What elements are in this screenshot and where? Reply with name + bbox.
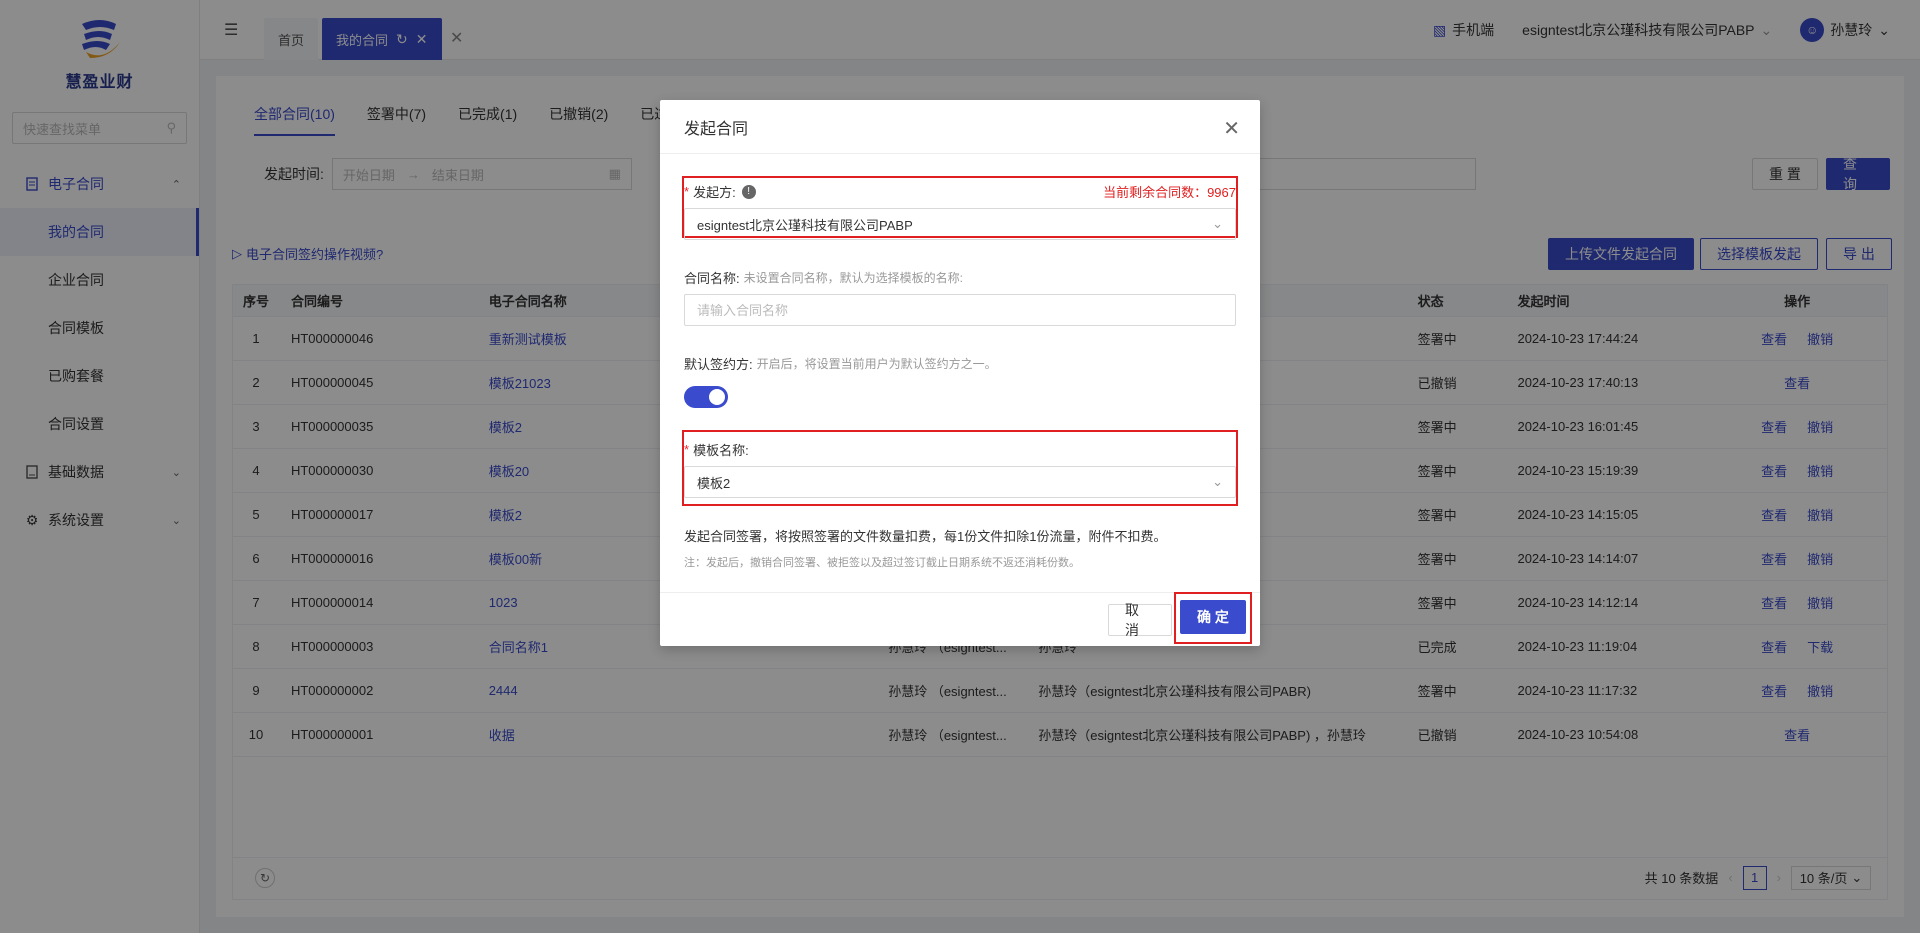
remaining-count: 当前剩余合同数：9967 <box>1103 185 1236 200</box>
default-signer-hint: 开启后，将设置当前用户为默认签约方之一。 <box>756 357 997 371</box>
initiator-value: esigntest北京公瑾科技有限公司PABP <box>697 217 913 233</box>
default-signer-label: 默认签约方: <box>684 357 753 372</box>
cancel-button[interactable]: 取 消 <box>1108 602 1172 638</box>
chevron-down-icon: ⌄ <box>1212 474 1223 489</box>
template-value: 模板2 <box>697 475 731 491</box>
template-label-row: * 模板名称: <box>684 440 749 459</box>
default-signer-toggle[interactable] <box>684 386 728 408</box>
confirm-button[interactable]: 确 定 <box>1180 600 1246 634</box>
contract-name-hint: 未设置合同名称，默认为选择模板的名称: <box>743 271 963 285</box>
contract-name-input[interactable] <box>684 294 1236 326</box>
initiator-label-row: * 发起方: ! 当前剩余合同数：9967 <box>684 182 1236 201</box>
close-icon[interactable]: ✕ <box>1223 116 1240 141</box>
initiate-contract-modal: 发起合同 ✕ * 发起方: ! 当前剩余合同数：9967 esigntest北京… <box>660 100 1260 646</box>
initiator-label: 发起方: <box>693 185 736 200</box>
billing-note: 注：发起后，撤销合同签署、被拒签以及超过签订截止日期系统不返还消耗份数。 <box>684 557 1080 569</box>
template-label: 模板名称: <box>693 443 749 458</box>
contract-name-label: 合同名称: <box>684 271 740 286</box>
required-mark: * <box>684 442 690 457</box>
required-mark: * <box>684 184 690 199</box>
modal-title: 发起合同 <box>684 120 749 138</box>
initiator-select[interactable]: esigntest北京公瑾科技有限公司PABP ⌄ <box>684 208 1236 240</box>
billing-notice: 发起合同签署，将按照签署的文件数量扣费，每1份文件扣除1份流量，附件不扣费。 <box>684 529 1167 544</box>
chevron-down-icon: ⌄ <box>1212 216 1223 231</box>
contract-name-label-row: 合同名称: 未设置合同名称，默认为选择模板的名称: <box>684 268 963 287</box>
modal-header: 发起合同 ✕ <box>660 100 1260 154</box>
info-icon: ! <box>741 184 756 199</box>
default-signer-label-row: 默认签约方: 开启后，将设置当前用户为默认签约方之一。 <box>684 354 997 373</box>
template-select[interactable]: 模板2 ⌄ <box>684 466 1236 498</box>
